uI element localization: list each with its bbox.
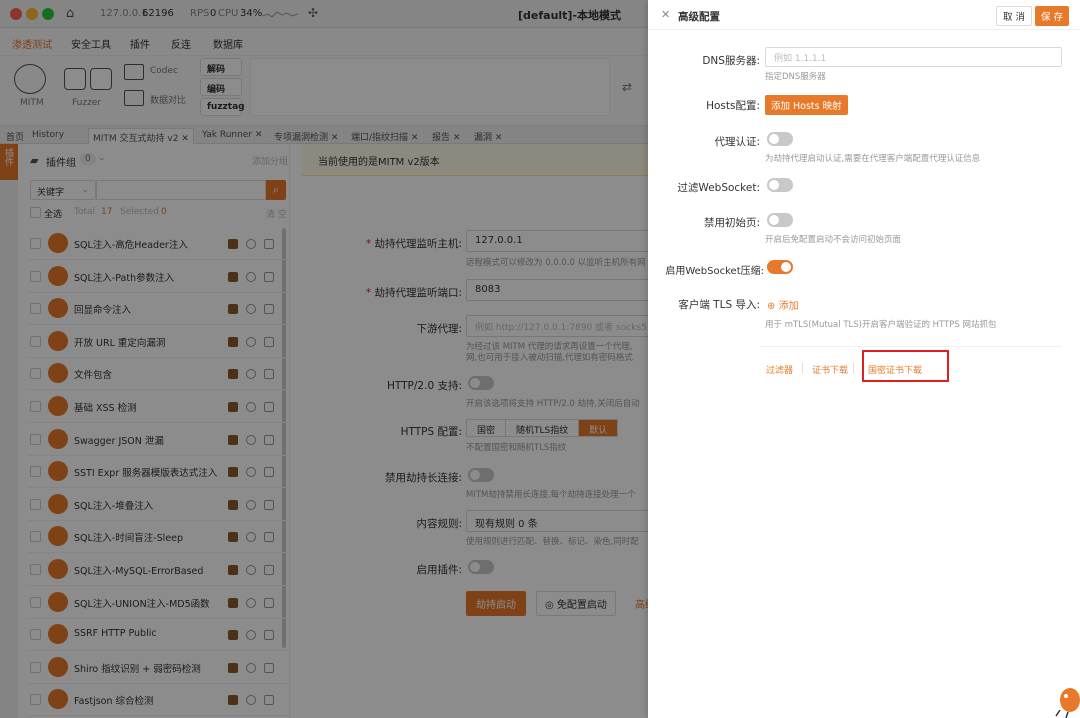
advanced-config-drawer: ✕ 高级配置 取 消 保 存 DNS服务器: 例如 1.1.1.1 指定DNS服… (648, 0, 1080, 718)
cert-download-link[interactable]: 证书下载 (812, 363, 848, 376)
dns-input[interactable]: 例如 1.1.1.1 (765, 47, 1062, 67)
modal-overlay[interactable] (0, 0, 648, 718)
ws-compress-label: 启用WebSocket压缩: (665, 266, 764, 277)
proxy-auth-toggle[interactable] (767, 132, 793, 146)
plus-circle-icon: ⊕ (767, 301, 776, 312)
close-icon[interactable]: ✕ (661, 8, 670, 21)
add-hosts-button[interactable]: 添加 Hosts 映射 (765, 95, 848, 115)
disable-init-hint: 开启后免配置启动不会访问初始页面 (765, 235, 902, 245)
highlight-box (862, 350, 949, 382)
ws-filter-toggle[interactable] (767, 178, 793, 192)
dns-hint: 指定DNS服务器 (765, 72, 826, 82)
proxy-auth-hint: 为劫持代理启动认证,需要在代理客户端配置代理认证信息 (765, 154, 981, 164)
disable-init-toggle[interactable] (767, 213, 793, 227)
add-tls-label: 添加 (778, 301, 799, 312)
divider (760, 346, 1062, 347)
ws-filter-label: 过滤WebSocket: (677, 182, 760, 194)
client-tls-hint: 用于 mTLS(Mutual TLS)开启客户端验证的 HTTPS 网站抓包 (765, 320, 997, 330)
dns-label: DNS服务器: (702, 55, 760, 67)
hosts-label: Hosts配置: (706, 100, 760, 112)
drawer-title: 高级配置 (678, 11, 720, 23)
client-tls-label: 客户端 TLS 导入: (678, 299, 760, 311)
link-separator (802, 363, 803, 373)
link-separator-2 (853, 363, 854, 373)
proxy-auth-label: 代理认证: (714, 136, 760, 148)
mascot-icon (1055, 688, 1080, 718)
ws-compress-toggle[interactable] (767, 260, 793, 274)
save-button[interactable]: 保 存 (1035, 6, 1070, 26)
disable-init-label: 禁用初始页: (703, 217, 760, 229)
cancel-button[interactable]: 取 消 (996, 6, 1033, 26)
filter-link[interactable]: 过滤器 (766, 363, 793, 376)
add-tls-button[interactable]: ⊕ 添加 (767, 297, 799, 312)
